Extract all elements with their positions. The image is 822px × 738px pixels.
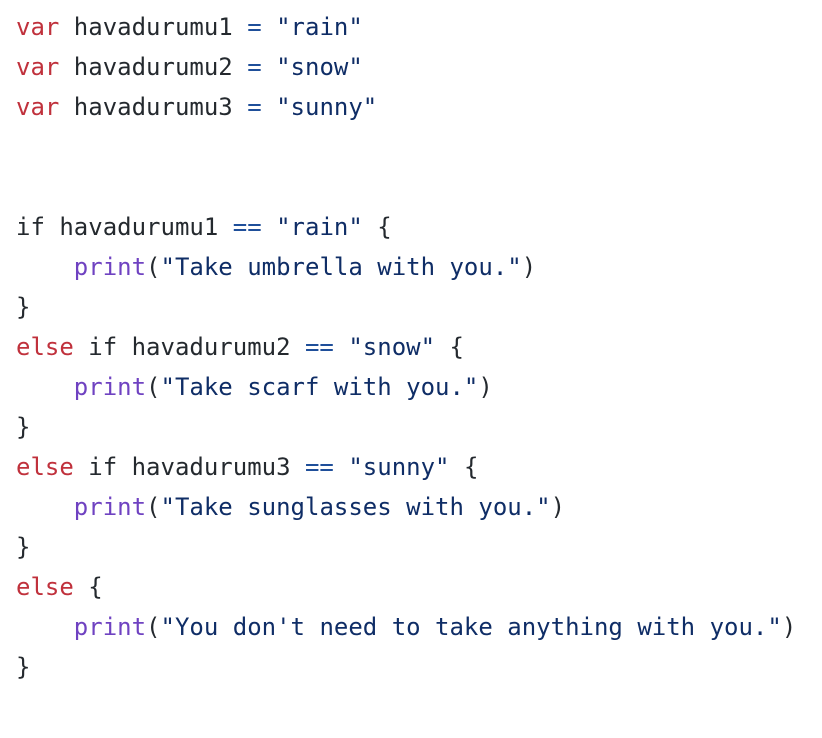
code-text-token: }: [16, 533, 31, 561]
code-line: else if havadurumu3 == "sunny" {: [16, 447, 796, 487]
string-literal-token: "Take umbrella with you.": [160, 253, 522, 281]
punctuation-token: (: [146, 493, 161, 521]
code-text-token: {: [435, 333, 464, 361]
function-name-token: print: [73, 253, 147, 281]
keyword-token: else: [16, 333, 74, 361]
code-line: var havadurumu2 = "snow": [16, 47, 796, 87]
code-text-token: havadurumu3: [59, 93, 248, 121]
operator-token: ==: [304, 453, 334, 481]
code-text-token: if havadurumu2: [73, 333, 305, 361]
code-text-token: if havadurumu3: [73, 453, 305, 481]
keyword-token: var: [16, 13, 60, 41]
operator-token: ==: [232, 213, 262, 241]
code-text-token: {: [449, 453, 479, 481]
punctuation-token: (: [146, 253, 161, 281]
punctuation-token: ): [781, 613, 797, 641]
code-line: }: [16, 287, 796, 327]
string-literal-token: "Take scarf with you.": [160, 373, 479, 401]
operator-token: ==: [304, 333, 334, 361]
string-literal-token: "You don't need to take anything with yo…: [160, 613, 782, 641]
punctuation-token: ): [521, 253, 537, 281]
function-name-token: print: [73, 493, 147, 521]
code-text-token: {: [362, 213, 392, 241]
operator-token: =: [247, 93, 262, 121]
code-line: print("Take sunglasses with you."): [16, 487, 796, 527]
code-text-token: }: [16, 293, 31, 321]
code-line: var havadurumu1 = "rain": [16, 7, 796, 47]
string-literal-token: "sunny": [348, 453, 450, 481]
code-text-token: {: [73, 573, 103, 601]
string-literal-token: "snow": [348, 333, 436, 361]
code-line: print("You don't need to take anything w…: [16, 607, 796, 647]
keyword-token: else: [16, 573, 74, 601]
punctuation-token: (: [146, 613, 161, 641]
keyword-token: else: [16, 453, 74, 481]
operator-token: =: [247, 13, 262, 41]
operator-token: =: [247, 53, 262, 81]
code-line: var havadurumu3 = "sunny": [16, 87, 796, 127]
code-line: if havadurumu1 == "rain" {: [16, 207, 796, 247]
code-line: }: [16, 407, 796, 447]
keyword-token: var: [16, 53, 60, 81]
code-text-token: }: [16, 413, 31, 441]
keyword-token: var: [16, 93, 60, 121]
code-line: }: [16, 527, 796, 567]
function-name-token: print: [73, 613, 147, 641]
code-text-token: if havadurumu1: [16, 213, 233, 241]
code-text-token: havadurumu2: [59, 53, 248, 81]
string-literal-token: "snow": [276, 53, 363, 81]
string-literal-token: "sunny": [276, 93, 378, 121]
code-line: else {: [16, 567, 796, 607]
string-literal-token: "rain": [276, 13, 363, 41]
code-line: }: [16, 647, 796, 687]
function-name-token: print: [73, 373, 147, 401]
code-line: print("Take umbrella with you."): [16, 247, 796, 287]
code-line: print("Take scarf with you."): [16, 367, 796, 407]
code-text-token: havadurumu1: [59, 13, 248, 41]
code-line: else if havadurumu2 == "snow" {: [16, 327, 796, 367]
code-text-token: }: [16, 653, 31, 681]
code-block: var havadurumu1 = "rain" var havadurumu2 …: [16, 7, 796, 687]
punctuation-token: ): [478, 373, 493, 401]
string-literal-token: "rain": [276, 213, 363, 241]
punctuation-token: ): [550, 493, 566, 521]
punctuation-token: (: [146, 373, 161, 401]
string-literal-token: "Take sunglasses with you.": [160, 493, 551, 521]
